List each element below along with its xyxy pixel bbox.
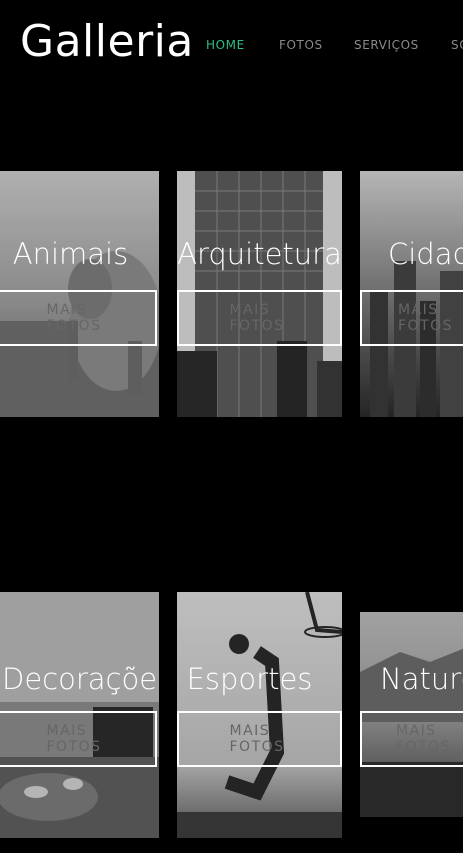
nav-fotos[interactable]: FOTOS xyxy=(279,38,323,52)
more-photos-button[interactable]: MAIS FOTOS xyxy=(177,290,342,346)
tile-title: Arquitetura xyxy=(177,237,342,271)
site-header: Galleria HOME FOTOS SERVIÇOS SO xyxy=(0,0,463,90)
tile-title: Esportes xyxy=(186,662,313,696)
tile-title: Natureza xyxy=(380,662,463,696)
gallery-tile-decoracoes[interactable]: Decorações MAIS FOTOS xyxy=(0,592,159,838)
tile-title: Animais xyxy=(12,237,129,271)
tile-title: Decorações xyxy=(2,662,159,696)
more-photos-button[interactable]: MAIS FOTOS xyxy=(0,290,157,346)
gallery-tile-arquitetura[interactable]: Arquitetura MAIS FOTOS xyxy=(177,171,342,417)
gallery-tile-esportes[interactable]: Esportes MAIS FOTOS xyxy=(177,592,342,838)
gallery-tile-cidades[interactable]: Cidades MAIS FOTOS xyxy=(360,171,463,417)
gallery-tile-animais[interactable]: Animais MAIS FOTOS xyxy=(0,171,159,417)
nav-servicos[interactable]: SERVIÇOS xyxy=(354,38,419,52)
more-photos-button[interactable]: MAIS FOTOS xyxy=(360,711,463,767)
gallery-tile-natureza[interactable]: Natureza MAIS FOTOS xyxy=(360,612,463,817)
nav-more[interactable]: SO xyxy=(451,38,463,52)
more-photos-button[interactable]: MAIS FOTOS xyxy=(177,711,342,767)
site-logo[interactable]: Galleria xyxy=(20,16,194,67)
nav-home[interactable]: HOME xyxy=(206,38,245,52)
more-photos-button[interactable]: MAIS FOTOS xyxy=(360,290,463,346)
tile-title: Cidades xyxy=(388,237,463,271)
more-photos-button[interactable]: MAIS FOTOS xyxy=(0,711,157,767)
